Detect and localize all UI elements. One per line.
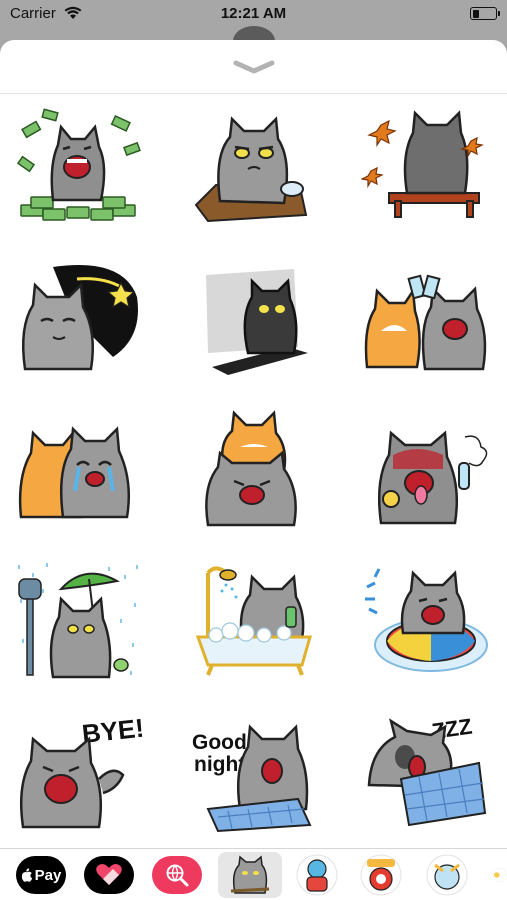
sticker-cat-dark-sitting[interactable] [183,254,323,384]
globe-search-icon [166,864,189,887]
app-2-icon [296,854,338,896]
app-drawer: Pay [0,848,507,900]
sticker-cat-hug[interactable] [183,404,323,534]
sticker-cat-money[interactable] [8,102,148,232]
sticker-cat-bye[interactable]: BYE! [8,706,148,836]
sticker-cat-swim-ring[interactable] [356,556,496,686]
app-4-button[interactable] [424,852,470,898]
sticker-cat-cheers[interactable] [356,254,496,384]
night-text: night [194,753,245,776]
screen: Carrier 12:21 AM BYE! Good night ZZZ Pay [0,0,507,900]
app-2-button[interactable] [294,852,340,898]
sticker-sheet: BYE! Good night ZZZ [0,40,507,848]
digital-touch-button[interactable] [84,856,134,894]
cat-sticker-pack-icon [230,855,270,894]
heart-icon [96,864,122,885]
sticker-cat-bathtub[interactable] [183,556,323,686]
app-4-icon [426,854,468,896]
sticker-cat-sleeping[interactable]: ZZZ [356,706,496,836]
sticker-cat-grumpy-mat[interactable] [183,102,323,232]
sticker-cat-bus-stop-rain[interactable] [8,556,148,686]
sticker-cat-good-night[interactable]: Good night [183,706,323,836]
sticker-cat-hot-sweating[interactable] [356,404,496,534]
sticker-cat-autumn-bench[interactable] [356,102,496,232]
app-5-icon [492,868,507,882]
apple-icon [21,868,32,882]
apple-pay-button[interactable]: Pay [16,856,66,894]
apple-pay-label: Pay [34,866,62,884]
app-5-button[interactable] [492,852,507,898]
chevron-down-icon[interactable] [233,58,275,76]
sticker-cat-hugging-crying[interactable] [8,404,148,534]
app-3-icon [360,854,402,896]
app-3-button[interactable] [358,852,404,898]
sticker-cat-shooting-star[interactable] [8,254,148,384]
status-time: 12:21 AM [220,5,287,22]
status-bar: Carrier 12:21 AM [0,0,507,28]
sheet-header [0,40,507,94]
battery-icon [470,7,500,20]
cat-sticker-pack-button[interactable] [218,852,282,898]
good-text: Good [192,731,247,754]
image-search-button[interactable] [152,856,202,894]
